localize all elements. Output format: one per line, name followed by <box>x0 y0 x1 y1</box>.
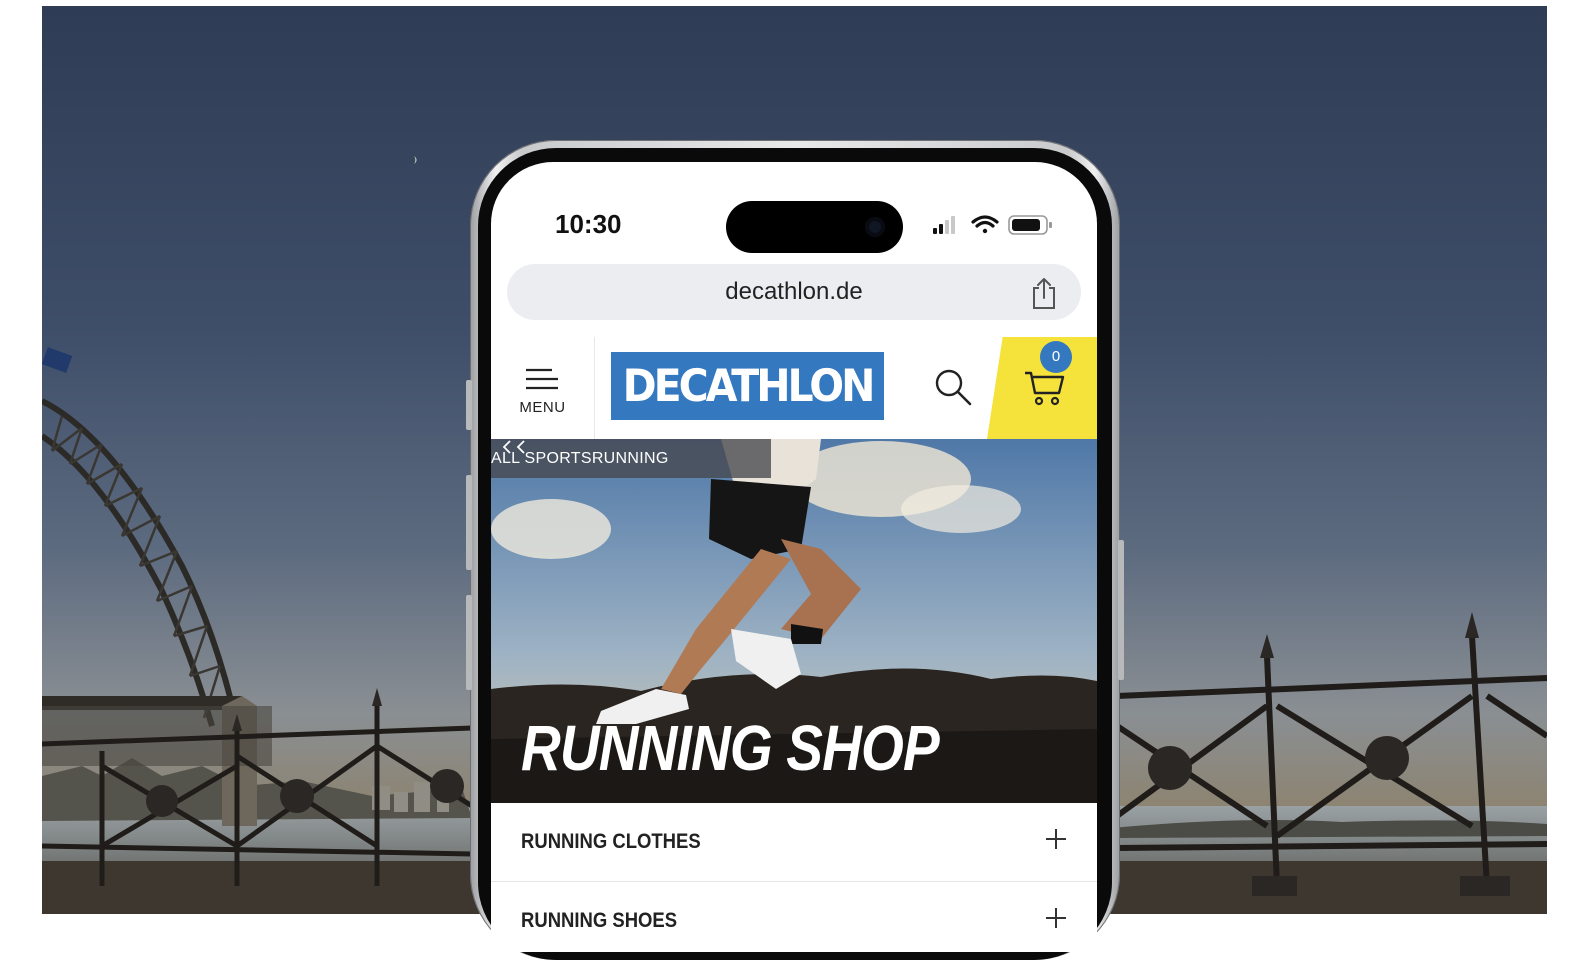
share-icon[interactable] <box>1029 276 1059 310</box>
category-running-clothes[interactable]: RUNNING CLOTHES <box>491 803 1097 882</box>
hero-banner: ALL SPORTS RUNNING RUNNING SHOP <box>491 439 1097 803</box>
wifi-icon <box>971 215 999 234</box>
decathlon-logo[interactable]: DECATHLON <box>611 352 884 420</box>
phone-mockup: 10:30 decathlon.de MENU DECATHLON 0 ALL … <box>466 140 1124 960</box>
camera-icon <box>865 217 885 237</box>
category-label: RUNNING CLOTHES <box>521 830 701 853</box>
power-button <box>1118 540 1124 680</box>
search-icon[interactable] <box>931 365 975 409</box>
volume-up-button <box>466 475 472 570</box>
address-bar[interactable]: decathlon.de <box>507 264 1081 320</box>
dynamic-island <box>726 201 903 253</box>
side-button <box>466 380 472 430</box>
plus-icon[interactable] <box>1045 907 1067 929</box>
cart-count-badge: 0 <box>1040 341 1072 373</box>
menu-label: MENU <box>519 399 566 416</box>
status-icons <box>933 215 1052 235</box>
menu-button[interactable]: MENU <box>491 337 595 439</box>
logo-text: DECATHLON <box>622 360 876 412</box>
breadcrumb: ALL SPORTS RUNNING <box>491 439 771 478</box>
plus-icon[interactable] <box>1045 828 1067 850</box>
hero-title: RUNNING SHOP <box>521 712 940 784</box>
volume-down-button <box>466 595 472 690</box>
menu-icon <box>526 368 558 390</box>
chevron-left-icon[interactable] <box>513 439 529 455</box>
signal-icon <box>933 216 955 234</box>
category-running-shoes[interactable]: RUNNING SHOES <box>491 882 1097 952</box>
status-time: 10:30 <box>555 209 622 239</box>
url-text: decathlon.de <box>725 278 863 305</box>
category-label: RUNNING SHOES <box>521 909 678 932</box>
phone-screen: 10:30 decathlon.de MENU DECATHLON 0 ALL … <box>491 162 1097 952</box>
breadcrumb-running[interactable]: RUNNING <box>592 450 669 468</box>
battery-icon <box>1008 215 1052 235</box>
site-header: MENU DECATHLON 0 <box>491 337 1097 440</box>
